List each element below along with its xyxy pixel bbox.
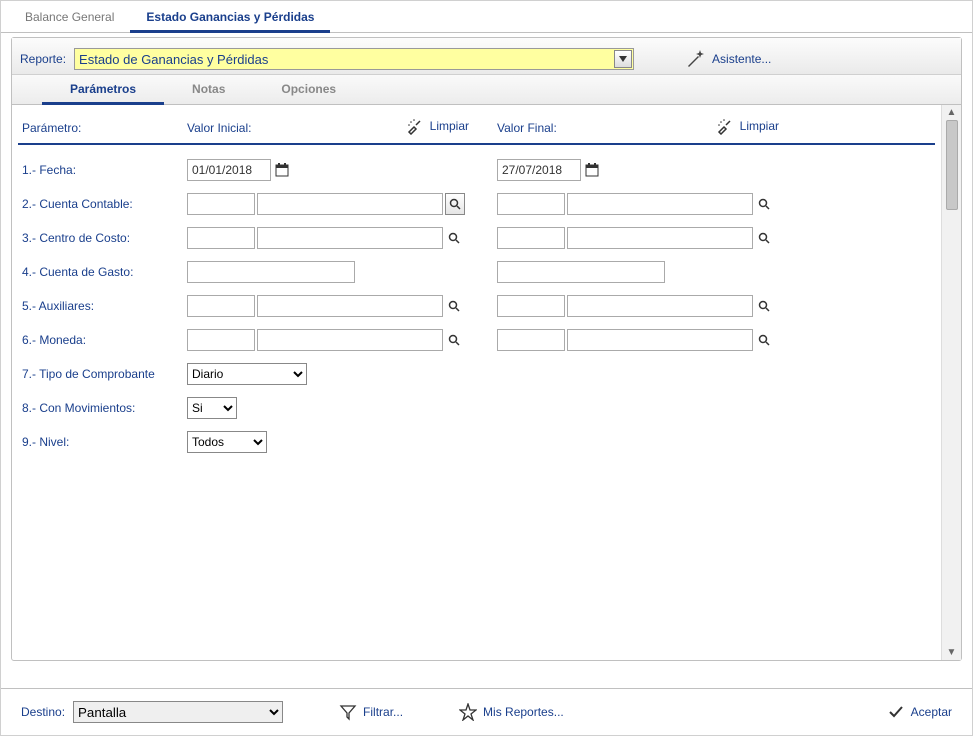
header-parametro: Parámetro:	[18, 109, 183, 143]
asistente-button[interactable]: Asistente...	[684, 48, 771, 70]
tab-notas[interactable]: Notas	[164, 76, 253, 105]
tab-balance-general[interactable]: Balance General	[9, 2, 130, 33]
broom-icon	[406, 117, 424, 135]
limpiar-inicial-button[interactable]: Limpiar	[406, 117, 469, 135]
bottom-bar: Destino: Pantalla Filtrar... Mis Reporte…	[1, 688, 972, 735]
label-cuenta-gasto: 4.- Cuenta de Gasto:	[18, 261, 183, 283]
search-icon[interactable]	[445, 229, 463, 247]
centro-costo-final-desc[interactable]	[567, 227, 753, 249]
search-icon[interactable]	[755, 297, 773, 315]
con-movimientos-select[interactable]: Si	[187, 397, 237, 419]
label-centro-costo: 3.- Centro de Costo:	[18, 227, 183, 249]
reporte-select-value: Estado de Ganancias y Pérdidas	[79, 52, 268, 67]
reporte-select[interactable]: Estado de Ganancias y Pérdidas	[74, 48, 634, 70]
filtrar-label: Filtrar...	[363, 705, 403, 719]
funnel-icon	[339, 703, 357, 721]
moneda-inicial-code[interactable]	[187, 329, 255, 351]
fecha-final-input[interactable]	[497, 159, 581, 181]
cuenta-contable-final-code[interactable]	[497, 193, 565, 215]
params-scroll: Parámetro: Valor Inicial: Limpiar Valor …	[12, 105, 941, 660]
search-icon[interactable]	[445, 297, 463, 315]
params-area: Parámetro: Valor Inicial: Limpiar Valor …	[12, 105, 961, 660]
scrollbar[interactable]: ▲ ▼	[941, 105, 961, 660]
moneda-inicial-desc[interactable]	[257, 329, 443, 351]
destino-select[interactable]: Pantalla	[73, 701, 283, 723]
search-icon[interactable]	[445, 193, 465, 215]
row-fecha: 1.- Fecha:	[18, 153, 935, 187]
cuenta-contable-inicial-desc[interactable]	[257, 193, 443, 215]
tipo-comprobante-select[interactable]: Diario	[187, 363, 307, 385]
limpiar-inicial-label: Limpiar	[430, 119, 469, 133]
content-panel: Reporte: Estado de Ganancias y Pérdidas …	[11, 37, 962, 661]
search-icon[interactable]	[445, 331, 463, 349]
header-valor-inicial: Valor Inicial: Limpiar	[183, 109, 493, 143]
auxiliares-final-desc[interactable]	[567, 295, 753, 317]
label-auxiliares: 5.- Auxiliares:	[18, 295, 183, 317]
label-nivel: 9.- Nivel:	[18, 431, 183, 453]
inner-tabs: Parámetros Notas Opciones	[12, 75, 961, 105]
destino-label: Destino:	[21, 705, 65, 719]
calendar-icon[interactable]	[583, 161, 601, 179]
scroll-up-icon[interactable]: ▲	[947, 107, 957, 118]
limpiar-final-label: Limpiar	[740, 119, 779, 133]
row-auxiliares: 5.- Auxiliares:	[18, 289, 935, 323]
cuenta-gasto-inicial[interactable]	[187, 261, 355, 283]
label-fecha: 1.- Fecha:	[18, 159, 183, 181]
calendar-icon[interactable]	[273, 161, 291, 179]
row-centro-costo: 3.- Centro de Costo:	[18, 221, 935, 255]
top-tabs: Balance General Estado Ganancias y Pérdi…	[1, 1, 972, 33]
row-cuenta-contable: 2.- Cuenta Contable:	[18, 187, 935, 221]
centro-costo-inicial-code[interactable]	[187, 227, 255, 249]
cuenta-contable-final-desc[interactable]	[567, 193, 753, 215]
check-icon	[887, 703, 905, 721]
tab-opciones[interactable]: Opciones	[253, 76, 364, 105]
row-cuenta-gasto: 4.- Cuenta de Gasto:	[18, 255, 935, 289]
scroll-thumb[interactable]	[946, 120, 958, 210]
mis-reportes-label: Mis Reportes...	[483, 705, 564, 719]
reporte-row: Reporte: Estado de Ganancias y Pérdidas …	[12, 38, 961, 75]
label-moneda: 6.- Moneda:	[18, 329, 183, 351]
auxiliares-inicial-desc[interactable]	[257, 295, 443, 317]
fecha-inicial-input[interactable]	[187, 159, 271, 181]
moneda-final-desc[interactable]	[567, 329, 753, 351]
row-nivel: 9.- Nivel: Todos	[18, 425, 935, 459]
aceptar-button[interactable]: Aceptar	[887, 703, 952, 721]
search-icon[interactable]	[755, 195, 773, 213]
cuenta-gasto-final[interactable]	[497, 261, 665, 283]
tab-estado-ganancias-perdidas[interactable]: Estado Ganancias y Pérdidas	[130, 2, 330, 33]
nivel-select[interactable]: Todos	[187, 431, 267, 453]
cuenta-contable-inicial-code[interactable]	[187, 193, 255, 215]
filtrar-button[interactable]: Filtrar...	[339, 703, 403, 721]
tab-parametros[interactable]: Parámetros	[42, 76, 164, 105]
search-icon[interactable]	[755, 229, 773, 247]
mis-reportes-button[interactable]: Mis Reportes...	[459, 703, 564, 721]
reporte-label: Reporte:	[20, 52, 66, 66]
aceptar-label: Aceptar	[911, 705, 952, 719]
header-valor-inicial-text: Valor Inicial:	[187, 121, 251, 135]
param-header-row: Parámetro: Valor Inicial: Limpiar Valor …	[18, 109, 935, 145]
label-tipo-comprobante: 7.- Tipo de Comprobante	[18, 363, 183, 385]
header-valor-final: Valor Final: Limpiar	[493, 109, 803, 143]
row-moneda: 6.- Moneda:	[18, 323, 935, 357]
search-icon[interactable]	[755, 331, 773, 349]
header-valor-final-text: Valor Final:	[497, 121, 557, 135]
row-tipo-comprobante: 7.- Tipo de Comprobante Diario	[18, 357, 935, 391]
limpiar-final-button[interactable]: Limpiar	[716, 117, 779, 135]
row-con-movimientos: 8.- Con Movimientos: Si	[18, 391, 935, 425]
centro-costo-final-code[interactable]	[497, 227, 565, 249]
wizard-icon	[684, 48, 706, 70]
broom-icon	[716, 117, 734, 135]
centro-costo-inicial-desc[interactable]	[257, 227, 443, 249]
auxiliares-inicial-code[interactable]	[187, 295, 255, 317]
asistente-label: Asistente...	[712, 52, 771, 66]
scroll-down-icon[interactable]: ▼	[947, 647, 957, 658]
star-icon	[459, 703, 477, 721]
moneda-final-code[interactable]	[497, 329, 565, 351]
label-con-movimientos: 8.- Con Movimientos:	[18, 397, 183, 419]
dropdown-icon[interactable]	[614, 50, 632, 68]
auxiliares-final-code[interactable]	[497, 295, 565, 317]
label-cuenta-contable: 2.- Cuenta Contable:	[18, 193, 183, 215]
